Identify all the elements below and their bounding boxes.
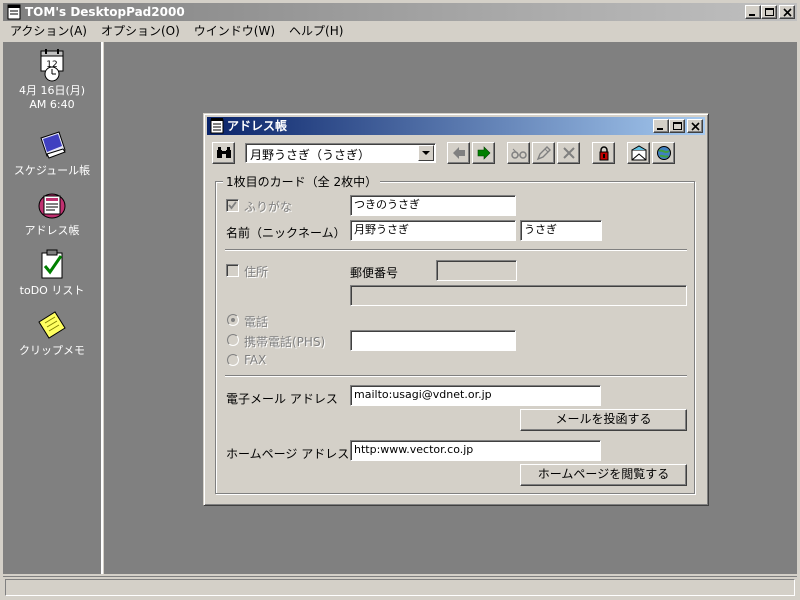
schedule-book-icon bbox=[40, 131, 66, 159]
close-icon bbox=[691, 122, 700, 131]
separator bbox=[225, 249, 687, 251]
minimize-button[interactable] bbox=[745, 5, 761, 19]
email-label: 電子メール アドレス bbox=[226, 392, 338, 406]
name-label: 名前（ニックネーム） bbox=[226, 226, 346, 240]
menu-window[interactable]: ウインドウ(W) bbox=[187, 22, 282, 40]
clock-date: 4月 16日(月) bbox=[18, 84, 86, 97]
fax-label: FAX bbox=[244, 353, 267, 367]
clip-memo-icon bbox=[38, 311, 66, 339]
postal-label: 郵便番号 bbox=[350, 266, 399, 280]
check-icon bbox=[228, 201, 237, 210]
name-field[interactable]: 月野うさぎ bbox=[350, 220, 516, 241]
browse-homepage-button[interactable]: ホームページを閲覧する bbox=[520, 464, 687, 486]
binoculars-icon bbox=[217, 147, 231, 158]
arrow-left-icon bbox=[453, 147, 465, 159]
furigana-label: ふりがな bbox=[244, 200, 293, 214]
dropdown-button[interactable] bbox=[418, 145, 434, 161]
mobile-radio[interactable] bbox=[227, 334, 239, 346]
address-book-icon bbox=[38, 193, 66, 219]
delete-card-button[interactable] bbox=[557, 142, 580, 164]
close-button[interactable] bbox=[779, 5, 795, 19]
email-field[interactable]: mailto:usagi@vdnet.or.jp bbox=[350, 385, 601, 406]
menu-help[interactable]: ヘルプ(H) bbox=[282, 22, 350, 40]
delete-icon bbox=[563, 147, 575, 159]
next-card-button[interactable] bbox=[472, 142, 495, 164]
prev-card-button[interactable] bbox=[447, 142, 470, 164]
sidebar-item-label: toDO リスト bbox=[19, 284, 85, 297]
menubar: アクション(A) オプション(O) ウインドウ(W) ヘルプ(H) bbox=[3, 22, 797, 40]
postal-field[interactable] bbox=[436, 260, 517, 281]
maximize-icon bbox=[765, 8, 774, 16]
envelope-icon bbox=[631, 145, 647, 161]
ab-close-button[interactable] bbox=[687, 119, 703, 133]
ab-maximize-button[interactable] bbox=[669, 119, 685, 133]
menu-action[interactable]: アクション(A) bbox=[3, 22, 94, 40]
homepage-label: ホームページ アドレス bbox=[226, 447, 350, 461]
ab-minimize-button[interactable] bbox=[653, 119, 669, 133]
todo-list-icon bbox=[41, 249, 63, 279]
address-book-small-icon bbox=[210, 118, 224, 134]
sidebar-item-address[interactable]: アドレス帳 bbox=[3, 188, 101, 238]
chevron-down-icon bbox=[422, 151, 430, 155]
entry-select[interactable]: 月野うさぎ（うさぎ） bbox=[245, 143, 436, 163]
phone-label: 電話 bbox=[244, 315, 269, 329]
close-icon bbox=[783, 8, 792, 17]
send-mail-button[interactable]: メールを投函する bbox=[520, 409, 687, 431]
sidebar-item-todo[interactable]: toDO リスト bbox=[3, 248, 101, 298]
nickname-field[interactable]: うさぎ bbox=[520, 220, 602, 241]
furigana-field[interactable]: つきのうさぎ bbox=[350, 195, 516, 216]
calendar-clock-icon: 12 bbox=[40, 49, 64, 82]
app-title: TOM's DesktopPad2000 bbox=[25, 5, 185, 19]
sidebar-item-label: クリップメモ bbox=[19, 344, 85, 357]
address-field[interactable] bbox=[350, 285, 687, 306]
app-titlebar[interactable]: TOM's DesktopPad2000 bbox=[3, 3, 797, 21]
glasses-icon bbox=[511, 148, 527, 159]
entry-select-value: 月野うさぎ（うさぎ） bbox=[250, 148, 371, 162]
radio-dot-icon bbox=[231, 318, 235, 322]
status-panel bbox=[5, 579, 795, 596]
card-counter: 1枚目のカード（全 2枚中） bbox=[223, 173, 381, 190]
homepage-field[interactable]: http:www.vector.co.jp bbox=[350, 440, 601, 461]
globe-icon bbox=[657, 146, 671, 160]
sidebar: 12 4月 16日(月) AM 6:40 スケジュール帳 アドレス帳 toDO … bbox=[3, 42, 103, 574]
edit-card-button[interactable] bbox=[532, 142, 555, 164]
status-bar bbox=[3, 576, 797, 597]
fax-radio[interactable] bbox=[227, 354, 239, 366]
lock-button[interactable] bbox=[592, 142, 615, 164]
edit-icon bbox=[536, 146, 551, 161]
address-checkbox[interactable] bbox=[226, 264, 239, 277]
sidebar-item-label: アドレス帳 bbox=[24, 224, 80, 237]
address-label: 住所 bbox=[244, 265, 269, 279]
address-book-title: アドレス帳 bbox=[227, 119, 288, 133]
new-card-button[interactable] bbox=[507, 142, 530, 164]
arrow-right-icon bbox=[477, 146, 491, 160]
separator bbox=[225, 375, 687, 377]
phone-field[interactable] bbox=[350, 330, 516, 351]
minimize-icon bbox=[749, 14, 755, 16]
furigana-checkbox[interactable] bbox=[226, 199, 239, 212]
sidebar-item-label: スケジュール帳 bbox=[13, 164, 91, 177]
clock-time: AM 6:40 bbox=[29, 98, 75, 111]
mobile-label: 携帯電話(PHS) bbox=[244, 335, 326, 349]
phone-radio[interactable] bbox=[227, 314, 239, 326]
menu-option[interactable]: オプション(O) bbox=[94, 22, 187, 40]
maximize-button[interactable] bbox=[761, 5, 777, 19]
sidebar-item-schedule[interactable]: スケジュール帳 bbox=[3, 128, 101, 178]
search-button[interactable] bbox=[212, 142, 235, 164]
app-icon bbox=[7, 4, 21, 20]
sidebar-clock[interactable]: 12 4月 16日(月) AM 6:40 bbox=[3, 48, 101, 112]
mail-button[interactable] bbox=[627, 142, 650, 164]
address-book-titlebar[interactable]: アドレス帳 bbox=[207, 117, 705, 135]
minimize-icon bbox=[657, 128, 663, 130]
web-button[interactable] bbox=[652, 142, 675, 164]
sidebar-item-clipmemo[interactable]: クリップメモ bbox=[3, 308, 101, 358]
lock-icon bbox=[599, 146, 609, 161]
maximize-icon bbox=[673, 122, 682, 130]
